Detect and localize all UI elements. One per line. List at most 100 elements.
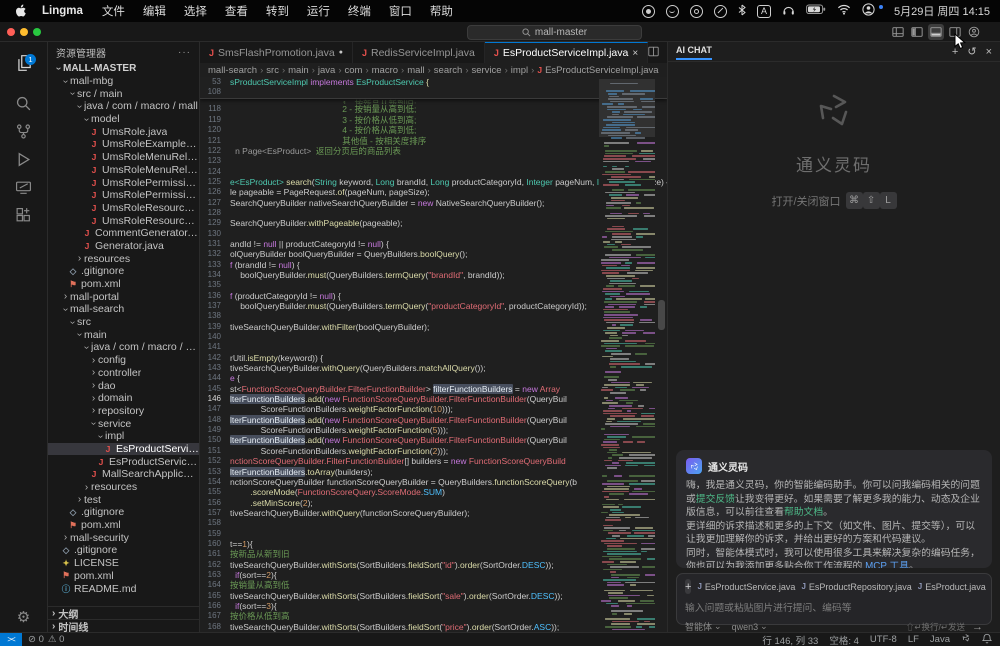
screen-record-icon[interactable]: [642, 5, 655, 18]
bell-icon[interactable]: [982, 633, 992, 646]
code-editor[interactable]: 53sProductServiceImpl implements EsProdu…: [200, 77, 667, 632]
extensions-icon[interactable]: [0, 202, 47, 228]
status-item[interactable]: 行 146, 列 33: [762, 633, 818, 646]
tree-item[interactable]: JUmsRoleMenuRelationExample.java: [48, 164, 199, 177]
status-item[interactable]: Java: [930, 634, 950, 645]
user-menu-icon[interactable]: [862, 3, 875, 19]
status-item[interactable]: UTF-8: [870, 634, 897, 645]
bluetooth-icon[interactable]: [738, 4, 746, 19]
menu-extra-icon-3[interactable]: [714, 5, 727, 18]
tree-item[interactable]: JCommentGenerator.java: [48, 227, 199, 240]
tree-item[interactable]: JUmsRolePermissionRelation.java: [48, 176, 199, 189]
breadcrumb-item[interactable]: java: [318, 65, 335, 76]
menu-extra-icon-1[interactable]: [666, 5, 679, 18]
tree-item[interactable]: ◇.gitignore: [48, 265, 199, 278]
tree-item[interactable]: ›MALL-MASTER: [48, 62, 199, 75]
tree-item[interactable]: JUmsRoleResourceRelationExample.j...: [48, 214, 199, 227]
tree-item[interactable]: ›impl: [48, 430, 199, 443]
menu-item[interactable]: 查看: [216, 6, 257, 18]
breadcrumb-item[interactable]: mall: [407, 65, 424, 76]
close-tab-icon[interactable]: ×: [632, 48, 638, 59]
toggle-sidebar-left-icon[interactable]: [909, 24, 925, 40]
status-item[interactable]: 空格: 4: [829, 633, 859, 646]
editor-tab[interactable]: JRedisServiceImpl.java: [353, 42, 485, 63]
tree-item[interactable]: ›resources: [48, 252, 199, 265]
tree-item[interactable]: ›config: [48, 354, 199, 367]
split-editor-icon[interactable]: [648, 44, 659, 62]
tree-item[interactable]: ›mall-mbg: [48, 75, 199, 88]
headphones-icon[interactable]: [782, 4, 795, 19]
command-center-search[interactable]: mall-master: [467, 25, 642, 40]
outline-section[interactable]: ›大纲: [48, 606, 199, 619]
tree-item[interactable]: ›resources: [48, 481, 199, 494]
tree-item[interactable]: ✦LICENSE: [48, 557, 199, 570]
tree-item[interactable]: JUmsRoleResourceRelation.java: [48, 202, 199, 215]
breadcrumb-item[interactable]: impl: [511, 65, 528, 76]
tree-item[interactable]: JUmsRoleExample.java: [48, 138, 199, 151]
menu-item[interactable]: 文件: [93, 6, 134, 18]
breadcrumb-item[interactable]: EsProductServiceImpl.java: [545, 65, 659, 76]
tree-item[interactable]: ⚑pom.xml: [48, 519, 199, 532]
settings-gear-icon[interactable]: ⚙: [0, 604, 47, 630]
customize-layout-icon[interactable]: [890, 24, 906, 40]
tree-item[interactable]: ›controller: [48, 367, 199, 380]
explorer-more-icon[interactable]: ···: [178, 47, 191, 58]
menu-app-name[interactable]: Lingma: [32, 5, 93, 17]
tree-item[interactable]: ›mall-search: [48, 303, 199, 316]
editor-tab[interactable]: JEsProductServiceImpl.java×: [485, 42, 648, 63]
chat-input-placeholder[interactable]: 输入问题或粘贴图片进行提问、编码等: [685, 600, 983, 614]
context-chip[interactable]: JEsProductService.java: [697, 582, 795, 592]
send-icon[interactable]: →: [972, 621, 983, 633]
tree-item[interactable]: ›domain: [48, 392, 199, 405]
tree-item[interactable]: ›mall-security: [48, 531, 199, 544]
context-chip[interactable]: JEsProductRepository.java: [801, 582, 911, 592]
lingma-status-icon[interactable]: [961, 633, 971, 646]
editor-scrollbar[interactable]: [655, 77, 667, 632]
minimize-window-button[interactable]: [20, 28, 28, 36]
tree-item[interactable]: ›repository: [48, 405, 199, 418]
tree-item[interactable]: ›model: [48, 113, 199, 126]
tree-item[interactable]: ›java / com / macro / mall: [48, 100, 199, 113]
tree-item[interactable]: JUmsRoleMenuRelation.java: [48, 151, 199, 164]
close-chat-icon[interactable]: ×: [986, 46, 992, 58]
chat-history-icon[interactable]: ↺: [967, 45, 976, 58]
status-item[interactable]: LF: [908, 634, 919, 645]
add-context-button[interactable]: +: [685, 579, 691, 594]
breadcrumb-item[interactable]: src: [266, 65, 279, 76]
tab-ai-chat[interactable]: AI CHAT: [676, 43, 712, 60]
maximize-window-button[interactable]: [33, 28, 41, 36]
tree-item[interactable]: ›java / com / macro / mall / search: [48, 341, 199, 354]
model-dropdown[interactable]: qwen3⌄: [732, 621, 768, 632]
run-debug-icon[interactable]: [0, 146, 47, 172]
breadcrumb-item[interactable]: macro: [372, 65, 398, 76]
breadcrumb-item[interactable]: com: [345, 65, 363, 76]
close-window-button[interactable]: [7, 28, 15, 36]
breadcrumb-item[interactable]: search: [434, 65, 463, 76]
tree-item[interactable]: JGenerator.java: [48, 240, 199, 253]
toggle-panel-icon[interactable]: [928, 24, 944, 40]
scrollbar-thumb[interactable]: [658, 300, 665, 330]
minimap[interactable]: [599, 77, 655, 632]
tree-item[interactable]: ›main: [48, 328, 199, 341]
tree-item[interactable]: ›test: [48, 493, 199, 506]
menu-item[interactable]: 选择: [175, 6, 216, 18]
tree-item[interactable]: ›mall-portal: [48, 290, 199, 303]
inline-link[interactable]: MCP 工具: [865, 561, 909, 568]
tree-item[interactable]: ⚑pom.xml: [48, 278, 199, 291]
remote-indicator[interactable]: ><: [0, 633, 22, 646]
explorer-icon[interactable]: [0, 50, 47, 76]
breadcrumb-item[interactable]: main: [288, 65, 309, 76]
context-chip[interactable]: JEsProduct.java: [918, 582, 986, 592]
menu-item[interactable]: 运行: [298, 6, 339, 18]
tree-item[interactable]: ›src / main: [48, 87, 199, 100]
menu-item[interactable]: 终端: [339, 6, 380, 18]
search-panel-icon[interactable]: [0, 90, 47, 116]
tree-item[interactable]: JMallSearchApplication.java: [48, 468, 199, 481]
breadcrumb-item[interactable]: mall-search: [208, 65, 257, 76]
tree-item[interactable]: ◇.gitignore: [48, 544, 199, 557]
breadcrumb-item[interactable]: service: [471, 65, 501, 76]
tree-item[interactable]: ◇.gitignore: [48, 506, 199, 519]
editor-tab[interactable]: JSmsFlashPromotion.java●: [200, 42, 353, 63]
menu-clock[interactable]: 5月29日 周四 14:15: [894, 3, 990, 19]
warnings-indicator[interactable]: ⚠ 0: [48, 634, 64, 645]
